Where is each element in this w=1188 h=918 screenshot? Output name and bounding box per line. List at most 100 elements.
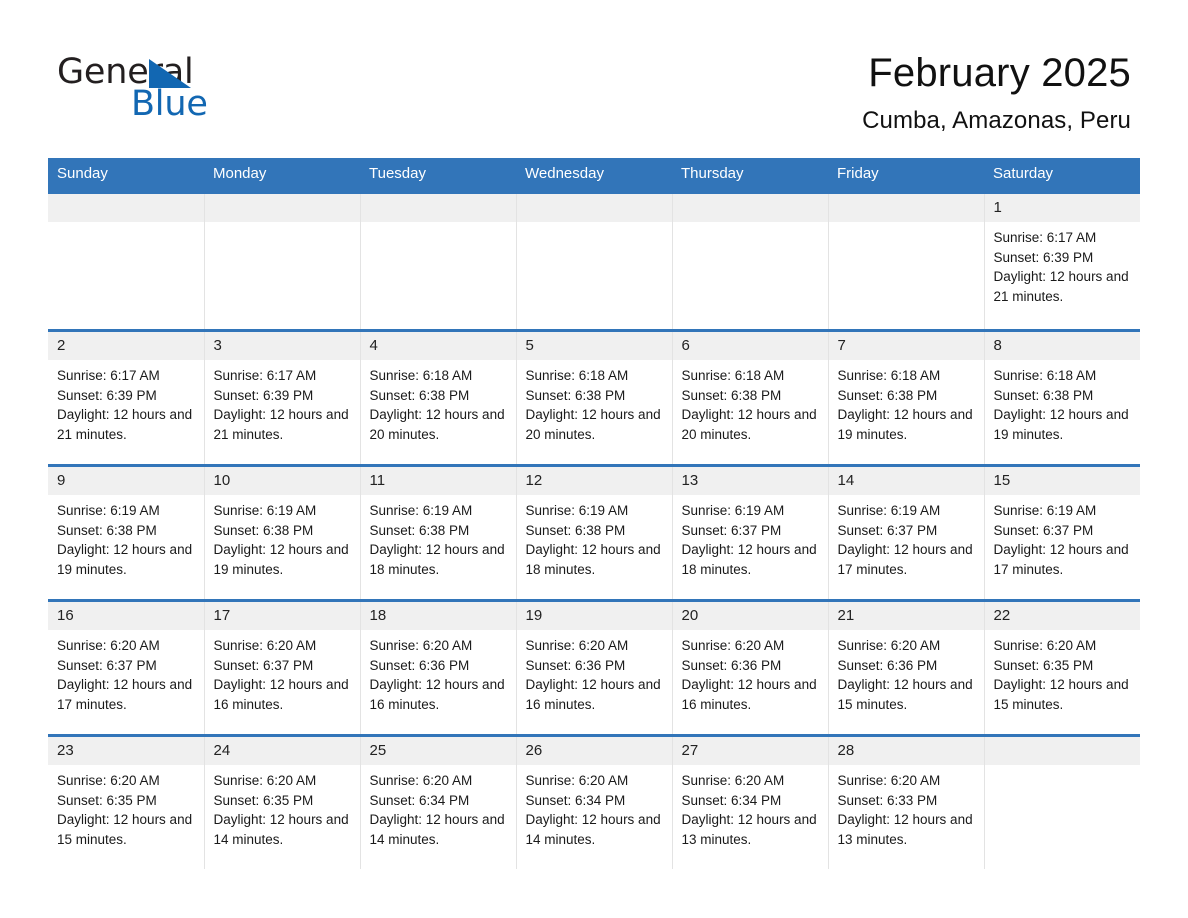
weekday-header-saturday: Saturday — [984, 158, 1140, 193]
logo-text-blue: Blue — [131, 84, 208, 124]
day-details: Sunrise: 6:20 AM Sunset: 6:35 PM Daylight:… — [985, 630, 1141, 714]
calendar-day-cell[interactable]: 2 Sunrise: 6:17 AM Sunset: 6:39 PM Daylight… — [48, 329, 205, 466]
calendar-week-row: 1 Sunrise: 6:17 AM Sunset: 6:39 PM Daylight… — [48, 191, 1140, 331]
calendar-day-cell[interactable]: 6 Sunrise: 6:18 AM Sunset: 6:38 PM Daylight… — [672, 329, 829, 466]
calendar-day-cell[interactable]: 17 Sunrise: 6:20 AM Sunset: 6:37 PM Dayligh… — [204, 599, 361, 736]
day-details: Sunrise: 6:18 AM Sunset: 6:38 PM Daylight:… — [985, 360, 1141, 444]
calendar-day-cell[interactable]: 26 Sunrise: 6:20 AM Sunset: 6:34 PM Dayligh… — [516, 734, 673, 869]
calendar-day-cell-empty — [360, 191, 517, 331]
calendar-day-cell[interactable]: 5 Sunrise: 6:18 AM Sunset: 6:38 PM Daylight… — [516, 329, 673, 466]
sunrise-text: Sunrise: 6:20 AM — [213, 638, 317, 653]
sunrise-text: Sunrise: 6:20 AM — [213, 773, 317, 788]
sunrise-text: Sunrise: 6:20 AM — [681, 773, 785, 788]
day-number — [360, 194, 516, 222]
calendar-day-cell[interactable]: 3 Sunrise: 6:17 AM Sunset: 6:39 PM Daylight… — [204, 329, 361, 466]
sunrise-text: Sunrise: 6:19 AM — [681, 503, 785, 518]
calendar-day-cell[interactable]: 16 Sunrise: 6:20 AM Sunset: 6:37 PM Dayligh… — [48, 599, 205, 736]
day-number: 17 — [204, 602, 360, 630]
sunrise-text: Sunrise: 6:19 AM — [837, 503, 941, 518]
calendar-week-row: 9 Sunrise: 6:19 AM Sunset: 6:38 PM Daylight… — [48, 464, 1141, 601]
calendar-day-cell[interactable]: 8 Sunrise: 6:18 AM Sunset: 6:38 PM Daylight… — [984, 329, 1141, 466]
calendar-day-cell[interactable]: 14 Sunrise: 6:19 AM Sunset: 6:37 PM Dayligh… — [828, 464, 985, 601]
generalblue-logo[interactable]: General Blue — [57, 52, 297, 130]
day-details: Sunrise: 6:20 AM Sunset: 6:36 PM Daylight:… — [517, 630, 672, 714]
day-details: Sunrise: 6:19 AM Sunset: 6:37 PM Daylight:… — [985, 495, 1141, 579]
calendar-day-cell[interactable]: 21 Sunrise: 6:20 AM Sunset: 6:36 PM Dayligh… — [828, 599, 985, 736]
day-number: 23 — [48, 737, 204, 765]
day-details: Sunrise: 6:19 AM Sunset: 6:38 PM Daylight:… — [48, 495, 204, 579]
day-details: Sunrise: 6:20 AM Sunset: 6:36 PM Daylight:… — [829, 630, 984, 714]
sunset-text: Sunset: 6:37 PM — [681, 522, 782, 538]
sunset-text: Sunset: 6:37 PM — [57, 657, 157, 673]
day-details: Sunrise: 6:17 AM Sunset: 6:39 PM Daylight:… — [205, 360, 360, 444]
calendar-day-cell-empty — [828, 191, 985, 331]
calendar-day-cell[interactable]: 13 Sunrise: 6:19 AM Sunset: 6:37 PM Dayligh… — [672, 464, 829, 601]
calendar-day-cell[interactable]: 19 Sunrise: 6:20 AM Sunset: 6:36 PM Dayligh… — [516, 599, 673, 736]
sunrise-text: Sunrise: 6:20 AM — [369, 638, 473, 653]
calendar-day-cell-empty — [984, 734, 1140, 869]
sunset-text: Sunset: 6:38 PM — [681, 387, 782, 403]
sunset-text: Sunset: 6:36 PM — [369, 657, 470, 673]
page-subtitle: Cumba, Amazonas, Peru — [862, 107, 1131, 134]
daylight-text: Daylight: 12 hours and 19 minutes. — [57, 542, 193, 577]
sunset-text: Sunset: 6:38 PM — [369, 522, 470, 538]
sunrise-text: Sunrise: 6:18 AM — [525, 368, 629, 383]
sunset-text: Sunset: 6:38 PM — [369, 387, 470, 403]
day-number — [48, 194, 204, 222]
day-number: 27 — [672, 737, 828, 765]
calendar-day-cell[interactable]: 24 Sunrise: 6:20 AM Sunset: 6:35 PM Dayligh… — [204, 734, 361, 869]
daylight-text: Daylight: 12 hours and 16 minutes. — [369, 677, 505, 712]
day-details: Sunrise: 6:20 AM Sunset: 6:37 PM Daylight:… — [48, 630, 204, 714]
day-details: Sunrise: 6:20 AM Sunset: 6:36 PM Daylight:… — [673, 630, 828, 714]
day-details: Sunrise: 6:20 AM Sunset: 6:36 PM Daylight:… — [361, 630, 516, 714]
day-details: Sunrise: 6:18 AM Sunset: 6:38 PM Daylight:… — [673, 360, 828, 444]
calendar-day-cell[interactable]: 15 Sunrise: 6:19 AM Sunset: 6:37 PM Dayligh… — [984, 464, 1141, 601]
daylight-text: Daylight: 12 hours and 17 minutes. — [837, 542, 973, 577]
sunset-text: Sunset: 6:39 PM — [57, 387, 157, 403]
day-number: 8 — [984, 332, 1140, 360]
daylight-text: Daylight: 12 hours and 19 minutes. — [993, 407, 1129, 442]
sunrise-text: Sunrise: 6:18 AM — [993, 368, 1097, 383]
calendar-day-cell[interactable]: 22 Sunrise: 6:20 AM Sunset: 6:35 PM Dayligh… — [984, 599, 1141, 736]
sunset-text: Sunset: 6:37 PM — [993, 522, 1094, 538]
calendar-day-cell[interactable]: 9 Sunrise: 6:19 AM Sunset: 6:38 PM Daylight… — [48, 464, 205, 601]
sunrise-text: Sunrise: 6:17 AM — [213, 368, 317, 383]
calendar-day-cell[interactable]: 7 Sunrise: 6:18 AM Sunset: 6:38 PM Daylight… — [828, 329, 985, 466]
daylight-text: Daylight: 12 hours and 21 minutes. — [213, 407, 349, 442]
weekday-header-monday: Monday — [204, 158, 360, 193]
daylight-text: Daylight: 12 hours and 13 minutes. — [837, 812, 973, 847]
day-number: 7 — [828, 332, 984, 360]
day-number: 26 — [516, 737, 672, 765]
calendar-day-cell[interactable]: 4 Sunrise: 6:18 AM Sunset: 6:38 PM Daylight… — [360, 329, 517, 466]
day-details: Sunrise: 6:20 AM Sunset: 6:34 PM Daylight:… — [517, 765, 672, 849]
calendar-table: Sunday Monday Tuesday Wednesday Thursday… — [48, 158, 1140, 869]
daylight-text: Daylight: 12 hours and 17 minutes. — [57, 677, 193, 712]
day-number — [828, 194, 984, 222]
title-block: February 2025 Cumba, Amazonas, Peru — [862, 48, 1131, 136]
day-details: Sunrise: 6:19 AM Sunset: 6:37 PM Daylight:… — [673, 495, 828, 579]
calendar-body: 1 Sunrise: 6:17 AM Sunset: 6:39 PM Daylight… — [48, 191, 1141, 869]
calendar-day-cell[interactable]: 27 Sunrise: 6:20 AM Sunset: 6:34 PM Dayligh… — [672, 734, 829, 869]
day-number: 5 — [516, 332, 672, 360]
sunset-text: Sunset: 6:38 PM — [837, 387, 938, 403]
calendar-day-cell[interactable]: 28 Sunrise: 6:20 AM Sunset: 6:33 PM Dayligh… — [828, 734, 985, 869]
sunset-text: Sunset: 6:33 PM — [837, 792, 938, 808]
day-number: 12 — [516, 467, 672, 495]
day-number: 6 — [672, 332, 828, 360]
sunset-text: Sunset: 6:36 PM — [837, 657, 938, 673]
calendar-week-row: 16 Sunrise: 6:20 AM Sunset: 6:37 PM Dayligh… — [48, 599, 1141, 736]
sunrise-text: Sunrise: 6:19 AM — [369, 503, 473, 518]
calendar-day-cell[interactable]: 20 Sunrise: 6:20 AM Sunset: 6:36 PM Dayligh… — [672, 599, 829, 736]
calendar-day-cell[interactable]: 12 Sunrise: 6:19 AM Sunset: 6:38 PM Dayligh… — [516, 464, 673, 601]
calendar-day-cell[interactable]: 23 Sunrise: 6:20 AM Sunset: 6:35 PM Dayligh… — [48, 734, 205, 869]
sunset-text: Sunset: 6:34 PM — [681, 792, 782, 808]
calendar-day-cell[interactable]: 10 Sunrise: 6:19 AM Sunset: 6:38 PM Dayligh… — [204, 464, 361, 601]
daylight-text: Daylight: 12 hours and 14 minutes. — [525, 812, 661, 847]
calendar-day-cell[interactable]: 11 Sunrise: 6:19 AM Sunset: 6:38 PM Dayligh… — [360, 464, 517, 601]
page-title: February 2025 — [868, 51, 1131, 95]
calendar-day-cell[interactable]: 18 Sunrise: 6:20 AM Sunset: 6:36 PM Dayligh… — [360, 599, 517, 736]
calendar-day-cell[interactable]: 25 Sunrise: 6:20 AM Sunset: 6:34 PM Dayligh… — [360, 734, 517, 869]
daylight-text: Daylight: 12 hours and 17 minutes. — [993, 542, 1129, 577]
calendar-day-cell[interactable]: 1 Sunrise: 6:17 AM Sunset: 6:39 PM Daylight… — [984, 191, 1140, 331]
page-header: General Blue February 2025 Cumba, Amazon… — [0, 0, 1188, 158]
